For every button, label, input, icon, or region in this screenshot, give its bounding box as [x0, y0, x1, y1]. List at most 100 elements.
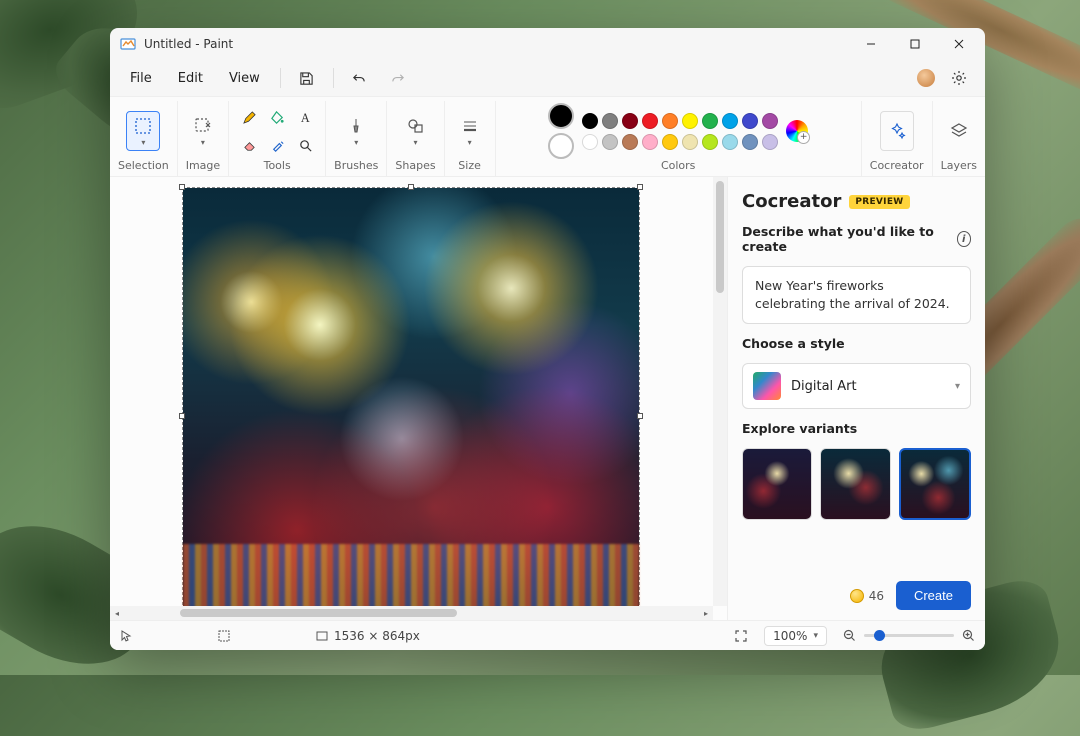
color-swatch[interactable] [762, 113, 778, 129]
menu-edit[interactable]: Edit [168, 65, 213, 92]
resize-handle[interactable] [637, 184, 643, 190]
zoom-out-icon[interactable] [843, 629, 856, 642]
color-swatch[interactable] [722, 134, 738, 150]
svg-text:A: A [300, 111, 309, 125]
group-label-cocreator: Cocreator [870, 159, 924, 172]
slider-track[interactable] [864, 634, 954, 637]
color-swatch[interactable] [762, 134, 778, 150]
ribbon-group-colors: Colors [496, 101, 862, 176]
resize-handle[interactable] [408, 184, 414, 190]
canvas-image[interactable] [183, 188, 639, 606]
resize-handle[interactable] [179, 413, 185, 419]
group-label-size: Size [458, 159, 481, 172]
color-swatch[interactable] [702, 134, 718, 150]
save-button[interactable] [291, 64, 323, 92]
zoom-dropdown[interactable]: 100% ▾ [764, 626, 827, 646]
fit-to-window-button[interactable] [734, 629, 748, 643]
ribbon-group-cocreator: Cocreator [862, 101, 933, 176]
ribbon-group-selection: ▾ Selection [110, 101, 178, 176]
info-icon[interactable]: i [957, 231, 971, 247]
titlebar[interactable]: Untitled - Paint [110, 28, 985, 60]
color-swatch[interactable] [582, 113, 598, 129]
credits-counter: 46 [850, 589, 884, 603]
menu-separator [333, 68, 334, 88]
palette-row-2 [582, 134, 778, 150]
group-label-image: Image [186, 159, 220, 172]
layers-button[interactable] [942, 111, 976, 151]
fill-tool[interactable] [265, 105, 289, 129]
color-1[interactable] [548, 103, 574, 129]
menu-separator [280, 68, 281, 88]
ribbon-group-layers: Layers [933, 101, 985, 176]
image-tools-button[interactable]: ▾ [186, 111, 220, 151]
horizontal-scrollbar[interactable]: ◂▸ [110, 606, 713, 620]
style-dropdown[interactable]: Digital Art ▾ [742, 363, 971, 409]
color-swatch[interactable] [602, 134, 618, 150]
coin-icon [850, 589, 864, 603]
create-button[interactable]: Create [896, 581, 971, 610]
user-avatar[interactable] [917, 69, 935, 87]
color-swatch[interactable] [642, 113, 658, 129]
shapes-button[interactable]: ▾ [399, 111, 433, 151]
canvas-area: ◂▸ [110, 177, 727, 620]
ribbon-group-size: ▾ Size [445, 101, 496, 176]
color-swatch[interactable] [582, 134, 598, 150]
variant-2[interactable] [820, 448, 890, 520]
variant-3[interactable] [899, 448, 971, 520]
text-tool[interactable]: A [293, 105, 317, 129]
describe-label: Describe what you'd like to create [742, 224, 957, 254]
eyedropper-tool[interactable] [265, 133, 289, 157]
palette-row-1 [582, 113, 778, 129]
color-swatch[interactable] [622, 113, 638, 129]
style-thumbnail [753, 372, 781, 400]
color-2[interactable] [548, 133, 574, 159]
magnifier-tool[interactable] [293, 133, 317, 157]
color-swatch[interactable] [662, 113, 678, 129]
canvas-selection[interactable] [182, 187, 640, 606]
edit-colors-button[interactable] [786, 120, 808, 142]
minimize-button[interactable] [849, 28, 893, 60]
variant-list [742, 448, 971, 520]
chevron-down-icon: ▾ [354, 138, 358, 147]
dimensions-text: 1536 × 864px [334, 629, 420, 643]
chevron-down-icon: ▾ [468, 138, 472, 147]
menu-view[interactable]: View [219, 65, 270, 92]
zoom-in-icon[interactable] [962, 629, 975, 642]
variant-1[interactable] [742, 448, 812, 520]
menu-file[interactable]: File [120, 65, 162, 92]
close-button[interactable] [937, 28, 981, 60]
panel-title: Cocreator [742, 191, 841, 212]
color-swatch[interactable] [742, 113, 758, 129]
prompt-input[interactable]: New Year's fireworks celebrating the arr… [742, 266, 971, 324]
zoom-value: 100% [773, 629, 807, 643]
resize-handle[interactable] [637, 413, 643, 419]
color-swatch[interactable] [602, 113, 618, 129]
chevron-down-icon: ▾ [813, 631, 818, 641]
resize-handle[interactable] [179, 184, 185, 190]
color-swatch[interactable] [662, 134, 678, 150]
undo-button[interactable] [344, 64, 376, 92]
brushes-button[interactable]: ▾ [339, 111, 373, 151]
cocreator-button[interactable] [880, 111, 914, 151]
pencil-tool[interactable] [237, 105, 261, 129]
color-swatch[interactable] [682, 134, 698, 150]
group-label-selection: Selection [118, 159, 169, 172]
color-swatch[interactable] [702, 113, 718, 129]
color-swatch[interactable] [642, 134, 658, 150]
select-tool[interactable]: ▾ [126, 111, 160, 151]
slider-thumb[interactable] [874, 630, 885, 641]
color-swatch[interactable] [622, 134, 638, 150]
redo-button[interactable] [382, 64, 414, 92]
zoom-slider[interactable] [843, 629, 975, 642]
settings-button[interactable] [943, 64, 975, 92]
color-swatch[interactable] [742, 134, 758, 150]
color-swatch[interactable] [682, 113, 698, 129]
vertical-scrollbar[interactable] [713, 177, 727, 606]
maximize-button[interactable] [893, 28, 937, 60]
size-button[interactable]: ▾ [453, 111, 487, 151]
ribbon-group-tools: A Tools [229, 101, 326, 176]
ribbon-group-brushes: ▾ Brushes [326, 101, 387, 176]
eraser-tool[interactable] [237, 133, 261, 157]
color-swatch[interactable] [722, 113, 738, 129]
preview-badge: PREVIEW [849, 195, 909, 209]
